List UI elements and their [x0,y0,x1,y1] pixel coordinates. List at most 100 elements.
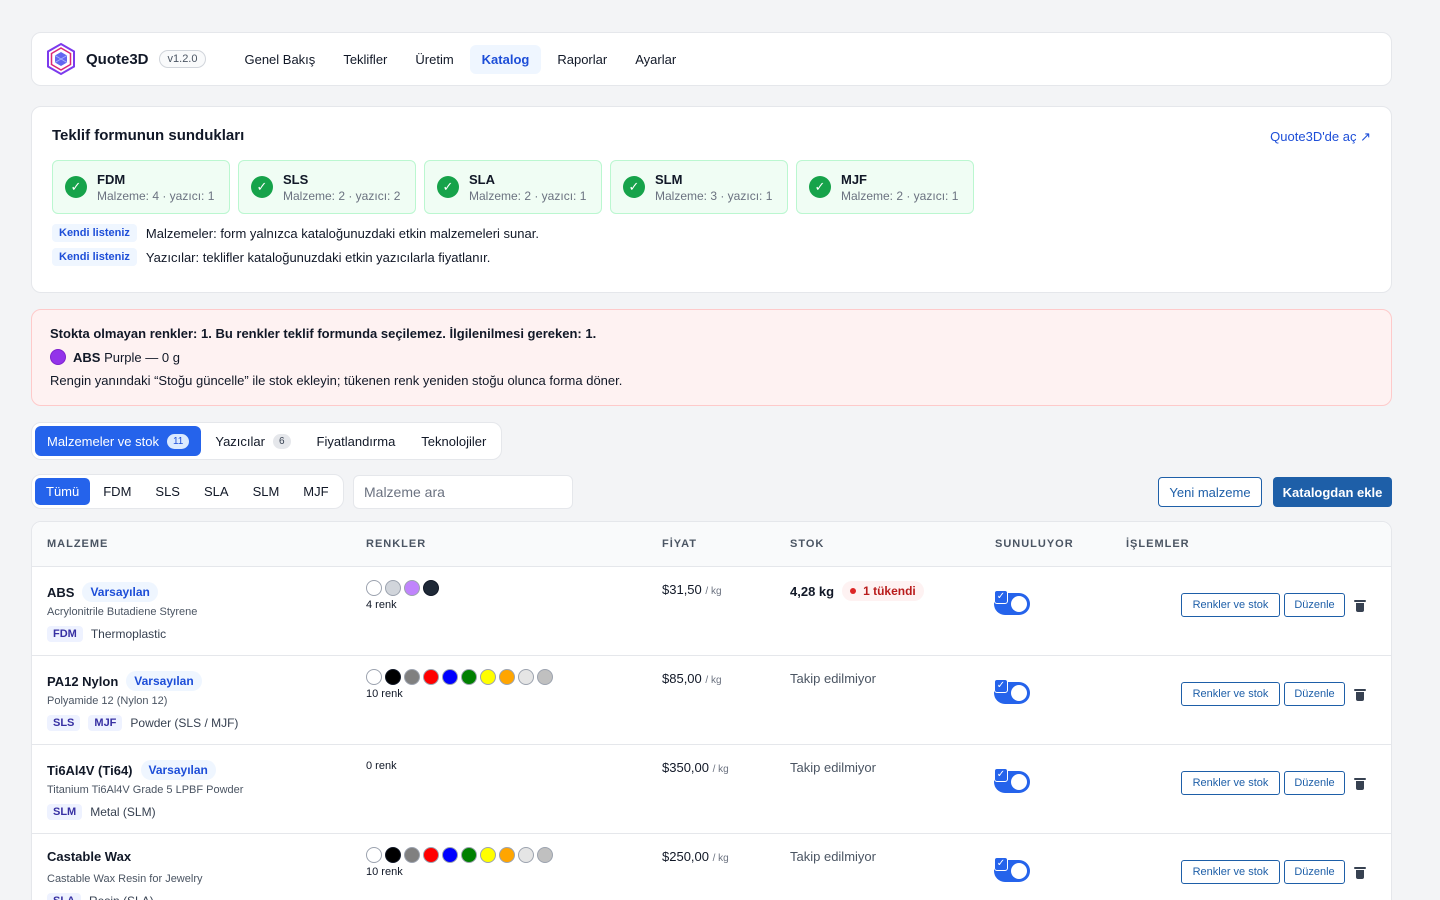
material-price: $250,00 / kg [662,849,729,864]
technology-card: ✓ FDM Malzeme: 4 · yazıcı: 1 [52,160,230,214]
color-swatch-icon[interactable] [385,580,401,596]
quote3d-logo-icon[interactable] [44,42,78,76]
app-name: Quote3D [86,50,149,68]
offering-note: Kendi listeniz Yazıcılar: teklifler katal… [52,248,1371,266]
filter-2[interactable]: SLS [144,478,191,505]
colors-stock-button[interactable]: Renkler ve stok [1181,860,1280,884]
nav-item-4[interactable]: Raporlar [545,45,619,74]
color-swatch-icon[interactable] [404,580,420,596]
new-material-button[interactable]: Yeni malzeme [1158,477,1262,507]
alert-note: Rengin yanındaki “Stoğu güncelle” ile st… [50,373,623,388]
filter-0[interactable]: Tümü [35,478,91,505]
material-price: $85,00 / kg [662,671,722,686]
stock-value: Takip edilmiyor [790,760,876,775]
filter-1[interactable]: FDM [92,478,142,505]
color-swatch-icon[interactable] [442,669,458,685]
color-swatch-icon[interactable] [499,669,515,685]
color-swatch-icon[interactable] [518,669,534,685]
sold-out-badge: 1 tükendi [842,581,924,601]
color-swatch-icon[interactable] [366,669,382,685]
source-badge: Kendi listeniz [52,224,137,242]
color-swatch-icon[interactable] [385,669,401,685]
nav-item-2[interactable]: Üretim [403,45,465,74]
form-offering-card: Teklif formunun sundukları Quote3D'de aç… [31,106,1392,293]
technology-card: ✓ SLM Malzeme: 3 · yazıcı: 1 [610,160,788,214]
color-swatch-icon[interactable] [366,580,382,596]
color-swatch-icon[interactable] [442,847,458,863]
nav-item-1[interactable]: Teklifler [331,45,399,74]
technology-card: ✓ MJF Malzeme: 2 · yazıcı: 1 [796,160,974,214]
filter-4[interactable]: SLM [242,478,291,505]
color-swatch-icon[interactable] [537,847,553,863]
technology-name: SLA [469,171,495,187]
open-in-quote3d-link[interactable]: Quote3D'de aç ↗ [1270,129,1371,145]
trash-icon[interactable] [1353,688,1367,702]
color-swatch-icon[interactable] [461,847,477,863]
check-circle-icon: ✓ [623,176,645,198]
technology-name: SLM [655,171,683,187]
price-unit: / kg [712,853,729,864]
color-swatch-icon[interactable] [461,669,477,685]
edit-button[interactable]: Düzenle [1284,593,1345,617]
tab-0[interactable]: Malzemeler ve stok 11 [35,426,202,456]
main-nav: Genel Bakış Teklifler Üretim Katalog Raporla… [232,44,688,74]
colors-stock-button[interactable]: Renkler ve stok [1181,593,1280,617]
column-header-offered: SUNULUYOR [995,538,1074,550]
color-swatch-icon[interactable] [499,847,515,863]
top-navbar: Quote3D v1.2.0 Genel Bakış Teklifler Üreti… [31,32,1392,86]
price-value: $85,00 [662,671,702,686]
material-tags: SLS MJF Powder (SLS / MJF) [47,715,238,731]
color-swatches [366,669,553,685]
edit-button[interactable]: Düzenle [1284,771,1345,795]
material-name: Ti6Al4V (Ti64) Varsayılan [47,760,216,780]
color-swatch-icon[interactable] [537,669,553,685]
color-swatch-icon[interactable] [385,847,401,863]
nav-item-3[interactable]: Katalog [469,44,542,74]
colors-stock-button[interactable]: Renkler ve stok [1181,682,1280,706]
price-value: $250,00 [662,849,709,864]
add-from-catalog-button[interactable]: Katalogdan ekle [1273,477,1392,507]
colors-stock-button[interactable]: Renkler ve stok [1181,771,1280,795]
trash-icon[interactable] [1353,866,1367,880]
color-swatch-icon[interactable] [518,847,534,863]
filter-3[interactable]: SLA [193,478,240,505]
color-swatch-icon[interactable] [423,669,439,685]
check-circle-icon: ✓ [437,176,459,198]
material-tags: FDM Thermoplastic [47,626,166,642]
filter-5[interactable]: MJF [292,478,339,505]
trash-icon[interactable] [1353,599,1367,613]
column-header-colors: RENKLER [366,538,427,550]
material-stock: Takip edilmiyor [790,671,876,686]
nav-item-5[interactable]: Ayarlar [623,45,688,74]
color-swatch-icon[interactable] [423,847,439,863]
technology-tag: FDM [47,626,83,642]
offered-checkbox[interactable]: ✓ [994,857,1008,871]
color-count: 10 renk [366,688,403,700]
out-of-stock-alert: Stokta olmayan renkler: 1. Bu renkler te… [31,309,1392,406]
color-swatch-icon[interactable] [404,847,420,863]
alert-title: Stokta olmayan renkler: 1. Bu renkler te… [50,326,597,341]
alert-item: ABS Purple — 0 g [50,349,1373,365]
color-swatch-icon[interactable] [480,847,496,863]
offered-checkbox[interactable]: ✓ [994,768,1008,782]
color-count: 0 renk [366,760,397,772]
material-name-text: Castable Wax [47,849,132,864]
nav-item-0[interactable]: Genel Bakış [232,45,327,74]
tab-count-badge: 6 [272,433,291,449]
tab-1[interactable]: Yazıcılar 6 [203,426,302,456]
technology-counts: Malzeme: 3 · yazıcı: 1 [655,188,773,203]
color-swatch-icon[interactable] [404,669,420,685]
offered-checkbox[interactable]: ✓ [994,679,1008,693]
tab-3[interactable]: Teknolojiler [409,426,498,456]
offered-checkbox[interactable]: ✓ [994,590,1008,604]
price-unit: / kg [705,586,722,597]
color-swatch-icon[interactable] [423,580,439,596]
color-swatch-icon[interactable] [366,847,382,863]
trash-icon[interactable] [1353,777,1367,791]
edit-button[interactable]: Düzenle [1284,860,1345,884]
color-swatch-icon[interactable] [480,669,496,685]
material-search-input[interactable] [353,475,573,509]
table-row: PA12 Nylon Varsayılan Polyamide 12 (Nylon … [32,656,1391,745]
edit-button[interactable]: Düzenle [1284,682,1345,706]
tab-2[interactable]: Fiyatlandırma [305,426,408,456]
